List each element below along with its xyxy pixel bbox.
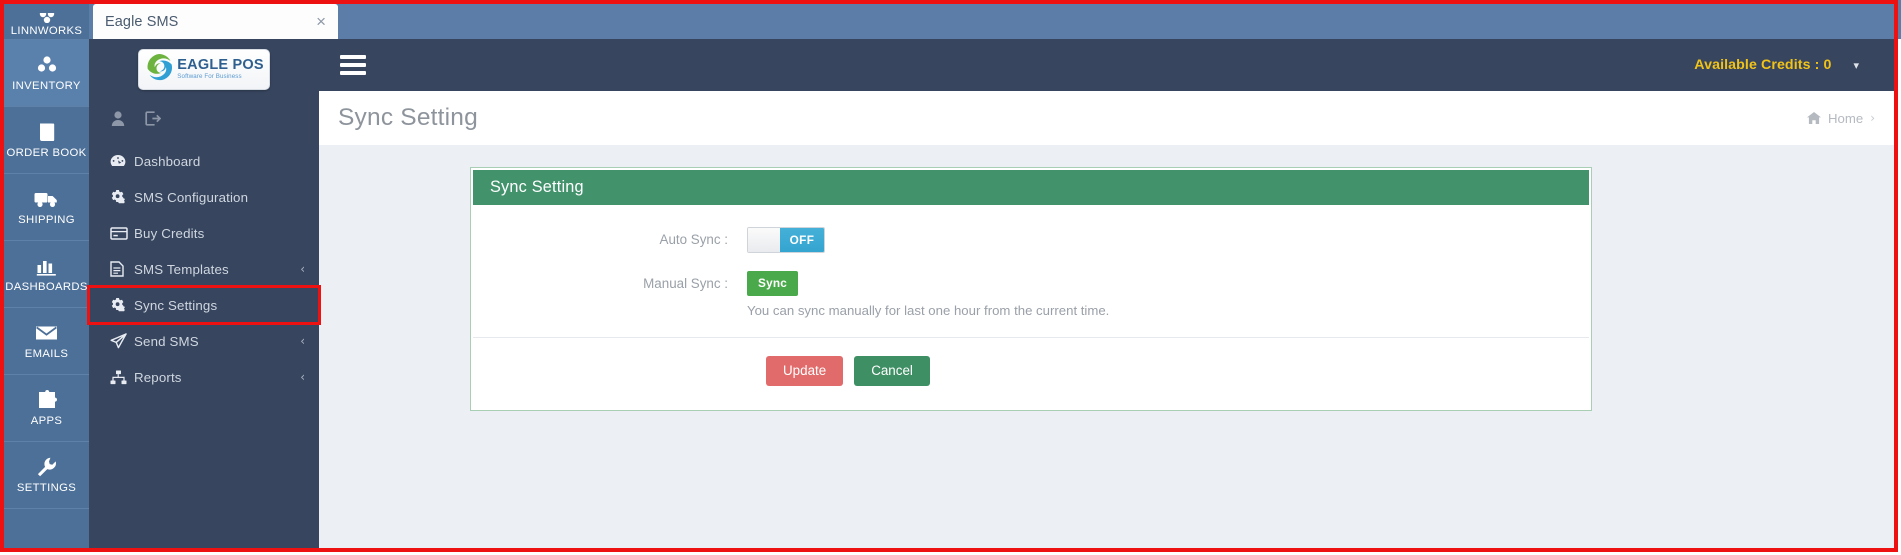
sidebar-item-label: SMS Templates bbox=[134, 261, 229, 277]
panel-footer: Update Cancel bbox=[473, 336, 1589, 409]
toggle-knob bbox=[748, 228, 780, 252]
sidebar-item-send-sms[interactable]: Send SMS ‹ bbox=[89, 323, 319, 359]
sidebar-item-label: SMS Configuration bbox=[134, 189, 249, 205]
rail-item-settings[interactable]: SETTINGS bbox=[4, 442, 89, 509]
rail-item-label: DASHBOARDS bbox=[5, 280, 88, 293]
rail-item-label: EMAILS bbox=[24, 347, 69, 360]
update-button[interactable]: Update bbox=[766, 355, 844, 387]
panel-title: Sync Setting bbox=[490, 178, 584, 196]
breadcrumb-separator: › bbox=[1870, 111, 1875, 125]
available-credits-dropdown[interactable]: Available Credits : 0 ▾ bbox=[1694, 57, 1859, 73]
logout-icon[interactable] bbox=[145, 110, 161, 126]
logo-tagline: Software For Business bbox=[177, 72, 242, 80]
cancel-button[interactable]: Cancel bbox=[854, 355, 930, 387]
chevron-down-icon[interactable]: ▾ bbox=[1853, 60, 1859, 71]
manual-sync-control: Sync You can sync manually for last one … bbox=[747, 271, 1589, 319]
gears-icon bbox=[110, 297, 134, 313]
bar-chart-icon bbox=[36, 255, 57, 278]
auto-sync-label: Auto Sync : bbox=[659, 232, 728, 247]
sidebar-item-label: Send SMS bbox=[134, 333, 199, 349]
top-navbar: Available Credits : 0 ▾ bbox=[319, 39, 1897, 91]
wrench-icon bbox=[37, 456, 57, 479]
rail-item-label: LINNWORKS bbox=[10, 24, 83, 37]
panel-body: Auto Sync : OFF Manual Sync : Sync You c… bbox=[473, 205, 1589, 409]
rail-item-label: ORDER BOOK bbox=[6, 146, 87, 159]
user-icon[interactable] bbox=[111, 110, 125, 126]
book-icon bbox=[37, 121, 57, 144]
hamburger-bar bbox=[340, 71, 366, 75]
manual-sync-help-text: You can sync manually for last one hour … bbox=[747, 302, 1110, 318]
application-window: Eagle SMS × LINNWORKS INVENTORY ORDER BO… bbox=[0, 0, 1901, 555]
sidebar-item-sms-configuration[interactable]: SMS Configuration bbox=[89, 179, 319, 215]
rail-item-dashboards[interactable]: DASHBOARDS bbox=[4, 241, 89, 308]
close-icon[interactable]: × bbox=[310, 13, 326, 30]
sidebar-item-sync-settings[interactable]: Sync Settings bbox=[87, 285, 321, 325]
toggle-state-label: OFF bbox=[780, 228, 824, 252]
sitemap-icon bbox=[110, 370, 134, 385]
envelope-icon bbox=[35, 322, 58, 345]
panel-header: Sync Setting bbox=[473, 170, 1589, 205]
rail-item-label: INVENTORY bbox=[12, 79, 81, 92]
browser-tab[interactable]: Eagle SMS × bbox=[93, 4, 338, 39]
file-text-icon bbox=[110, 261, 134, 277]
hamburger-bar bbox=[340, 55, 366, 59]
sidebar-item-label: Sync Settings bbox=[134, 297, 218, 313]
hamburger-bar bbox=[340, 63, 366, 67]
sidebar-user-row bbox=[89, 99, 319, 137]
page-header: Sync Setting Home › bbox=[319, 91, 1897, 145]
credit-card-icon bbox=[110, 226, 134, 240]
eagle-swirl-icon bbox=[144, 52, 174, 87]
linnworks-logo-icon bbox=[37, 12, 57, 23]
chevron-left-icon: ‹ bbox=[300, 334, 305, 348]
sync-setting-panel: Sync Setting Auto Sync : OFF Manual Sync… bbox=[470, 167, 1592, 412]
browser-tab-title: Eagle SMS bbox=[105, 13, 179, 30]
rail-item-order-book[interactable]: ORDER BOOK bbox=[4, 107, 89, 174]
sidebar-item-buy-credits[interactable]: Buy Credits bbox=[89, 215, 319, 251]
home-icon bbox=[1807, 112, 1821, 124]
sidebar-item-dashboard[interactable]: Dashboard bbox=[89, 143, 319, 179]
rail-item-label: SHIPPING bbox=[18, 213, 75, 226]
form-row-auto-sync: Auto Sync : OFF bbox=[473, 227, 1589, 253]
truck-icon bbox=[34, 188, 59, 211]
paper-plane-icon bbox=[110, 333, 134, 349]
eagle-pos-logo[interactable]: EAGLE POS Software For Business bbox=[138, 48, 270, 90]
browser-chrome-bar: Eagle SMS × bbox=[0, 0, 1901, 39]
sidebar-item-label: Buy Credits bbox=[134, 225, 205, 241]
sidebar-logo-area: EAGLE POS Software For Business bbox=[89, 39, 319, 99]
chevron-left-icon: ‹ bbox=[300, 262, 305, 276]
hamburger-icon[interactable] bbox=[340, 55, 366, 75]
rail-item-apps[interactable]: APPS bbox=[4, 375, 89, 442]
logo-main-text: EAGLE POS bbox=[177, 57, 264, 74]
auto-sync-control: OFF bbox=[747, 227, 1589, 253]
page-title: Sync Setting bbox=[338, 104, 478, 131]
sidebar-item-label: Dashboard bbox=[134, 153, 201, 169]
main-content-area: Sync Setting Auto Sync : OFF Manual Sync… bbox=[319, 145, 1897, 552]
app-sidebar: EAGLE POS Software For Business Dashboar… bbox=[87, 39, 321, 552]
panel-footer-actions: Update Cancel bbox=[747, 355, 930, 387]
sidebar-item-reports[interactable]: Reports ‹ bbox=[89, 359, 319, 395]
available-credits-label: Available Credits : 0 bbox=[1694, 57, 1832, 73]
linnworks-nav-rail: LINNWORKS INVENTORY ORDER BOOK SHIPPING bbox=[4, 4, 89, 552]
dashboard-icon bbox=[110, 154, 134, 168]
chevron-left-icon: ‹ bbox=[300, 370, 305, 384]
rail-item-inventory[interactable]: INVENTORY bbox=[4, 40, 89, 107]
breadcrumb: Home › bbox=[1807, 111, 1875, 126]
puzzle-piece-icon bbox=[36, 389, 57, 412]
rail-item-shipping[interactable]: SHIPPING bbox=[4, 174, 89, 241]
rail-item-label: SETTINGS bbox=[16, 481, 77, 494]
boxes-icon bbox=[36, 54, 58, 77]
logo-text: EAGLE POS Software For Business bbox=[177, 58, 263, 80]
manual-sync-label: Manual Sync : bbox=[643, 276, 728, 291]
breadcrumb-home-link[interactable]: Home bbox=[1828, 111, 1863, 126]
sidebar-item-sms-templates[interactable]: SMS Templates ‹ bbox=[89, 251, 319, 287]
sidebar-nav-list: Dashboard SMS Configuration Buy Credits bbox=[87, 137, 321, 395]
auto-sync-toggle[interactable]: OFF bbox=[747, 227, 825, 253]
sidebar-item-label: Reports bbox=[134, 369, 182, 385]
sync-button[interactable]: Sync bbox=[747, 271, 798, 296]
rail-item-label: APPS bbox=[30, 414, 63, 427]
gears-icon bbox=[110, 189, 134, 205]
rail-item-emails[interactable]: EMAILS bbox=[4, 308, 89, 375]
rail-item-linnworks[interactable]: LINNWORKS bbox=[4, 4, 89, 40]
form-row-manual-sync: Manual Sync : Sync You can sync manually… bbox=[473, 271, 1589, 319]
